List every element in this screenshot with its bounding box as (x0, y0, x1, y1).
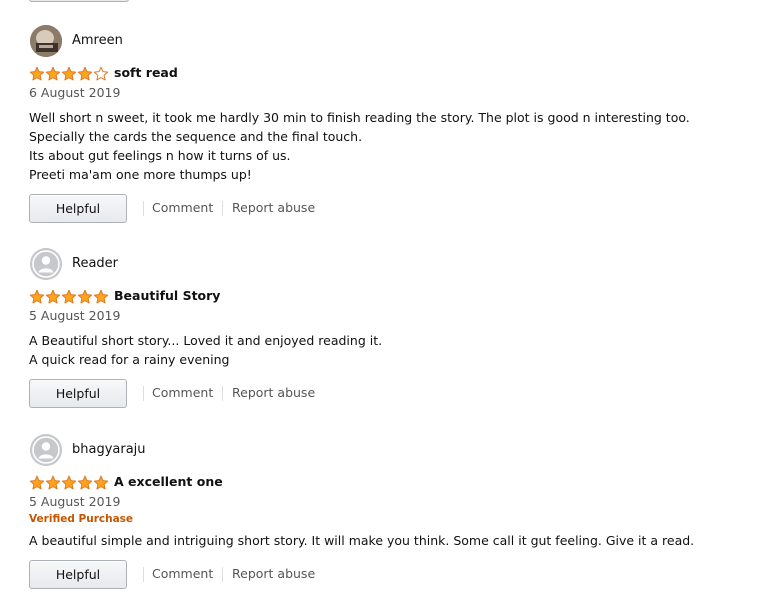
review-actions: Helpful Comment Report abuse (29, 379, 729, 411)
reviewer-name[interactable]: Amreen (72, 33, 123, 48)
star-filled-icon (61, 289, 77, 304)
report-abuse-link[interactable]: Report abuse (232, 385, 315, 400)
star-filled-icon (45, 66, 61, 81)
helpful-button[interactable]: Helpful (29, 379, 127, 408)
profile-photo-icon (30, 25, 62, 57)
star-filled-icon (29, 289, 45, 304)
star-filled-icon (61, 475, 77, 490)
star-rating[interactable] (29, 475, 109, 491)
review-title[interactable]: Beautiful Story (114, 288, 220, 303)
review-date: 6 August 2019 (29, 85, 121, 100)
review-title[interactable]: soft read (114, 65, 178, 80)
review-paragraph: A quick read for a rainy evening (29, 352, 230, 367)
helpful-button[interactable]: Helpful (29, 560, 127, 589)
rating-row: A excellent one (29, 474, 729, 492)
star-filled-icon (29, 66, 45, 81)
helpful-button[interactable]: Helpful (29, 194, 127, 223)
reviewer-name[interactable]: Reader (72, 256, 118, 271)
review-date: 5 August 2019 (29, 308, 121, 323)
default-user-icon (30, 248, 62, 280)
divider (143, 567, 144, 582)
review-actions: Helpful Comment Report abuse (29, 560, 729, 592)
reviewer-name[interactable]: bhagyaraju (72, 442, 146, 457)
review-date: 5 August 2019 (29, 494, 121, 509)
verified-purchase-badge: Verified Purchase (29, 513, 134, 525)
star-rating[interactable] (29, 289, 109, 305)
review-paragraph: Well short n sweet, it took me hardly 30… (29, 110, 690, 144)
review-body: A Beautiful short story... Loved it and … (29, 331, 729, 369)
star-filled-icon (29, 475, 45, 490)
reviewer-avatar (30, 248, 62, 280)
star-filled-icon (77, 475, 93, 490)
review-paragraph: Its about gut feelings n how it turns of… (29, 148, 291, 163)
comment-link[interactable]: Comment (152, 385, 213, 400)
divider (143, 386, 144, 401)
star-filled-icon (93, 475, 109, 490)
star-filled-icon (93, 289, 109, 304)
star-filled-icon (45, 289, 61, 304)
star-filled-icon (77, 66, 93, 81)
review-title[interactable]: A excellent one (114, 474, 223, 489)
star-filled-icon (45, 475, 61, 490)
star-filled-icon (77, 289, 93, 304)
review-paragraph: Preeti ma'am one more thumps up! (29, 167, 252, 182)
review-actions: Helpful Comment Report abuse (29, 194, 729, 226)
comment-link[interactable]: Comment (152, 566, 213, 581)
divider (222, 201, 223, 216)
review-card: Amreen soft read 6 August 2019 Well shor… (29, 25, 729, 226)
reviewer-profile[interactable]: Reader (29, 248, 729, 282)
review-paragraph: A Beautiful short story... Loved it and … (29, 333, 383, 348)
star-rating[interactable] (29, 66, 109, 82)
review-card: bhagyaraju A excellent one 5 August 2019… (29, 434, 729, 592)
previous-helpful-button[interactable] (29, 0, 129, 2)
report-abuse-link[interactable]: Report abuse (232, 566, 315, 581)
report-abuse-link[interactable]: Report abuse (232, 200, 315, 215)
divider (222, 386, 223, 401)
default-user-icon (30, 434, 62, 466)
review-body: Well short n sweet, it took me hardly 30… (29, 108, 729, 184)
divider (143, 201, 144, 216)
star-filled-icon (61, 66, 77, 81)
reviewer-profile[interactable]: bhagyaraju (29, 434, 729, 468)
review-paragraph: A beautiful simple and intriguing short … (29, 533, 695, 548)
rating-row: soft read (29, 65, 729, 83)
divider (222, 567, 223, 582)
rating-row: Beautiful Story (29, 288, 729, 306)
reviewer-profile[interactable]: Amreen (29, 25, 729, 59)
star-empty-icon (93, 66, 109, 81)
reviewer-avatar (30, 25, 62, 57)
review-body: A beautiful simple and intriguing short … (29, 531, 729, 550)
reviewer-avatar (30, 434, 62, 466)
review-card: Reader Beautiful Story 5 August 2019 A B… (29, 248, 729, 411)
comment-link[interactable]: Comment (152, 200, 213, 215)
